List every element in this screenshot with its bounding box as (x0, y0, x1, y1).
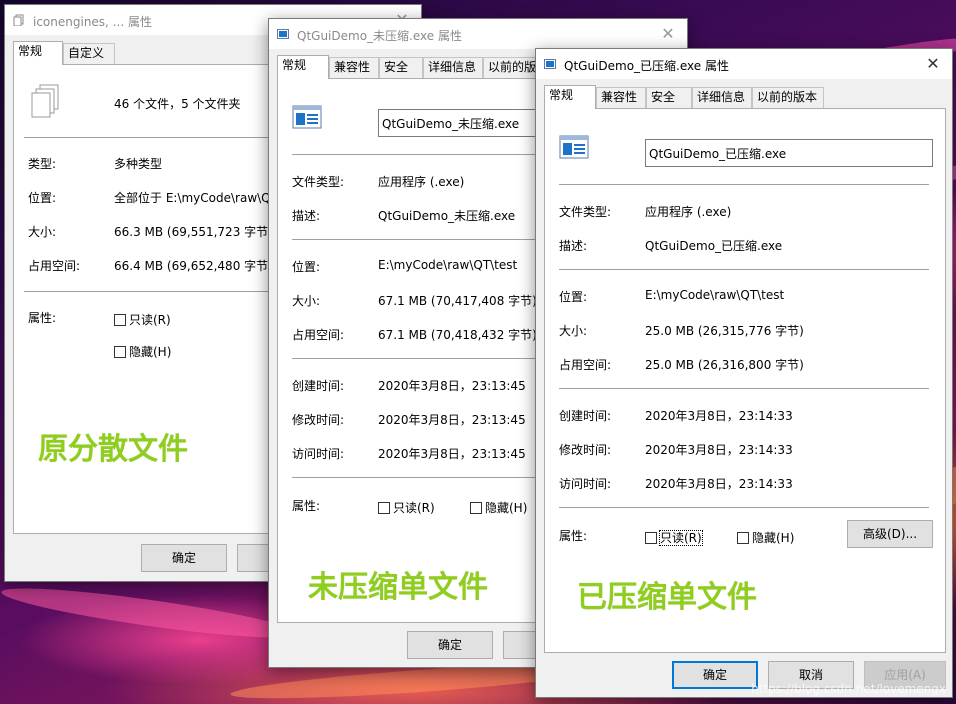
checkbox-box[interactable] (645, 532, 657, 544)
description-label: 描述: (292, 209, 321, 223)
readonly-label: 只读(R) (129, 313, 171, 327)
summary-text: 46 个文件，5 个文件夹 (114, 97, 241, 111)
checkbox-box[interactable] (737, 532, 749, 544)
filetype-label: 文件类型: (292, 175, 345, 189)
created-value: 2020年3月8日，23:13:45 (378, 379, 526, 393)
title-bar[interactable]: QtGuiDemo_已压缩.exe 属性 (536, 49, 952, 79)
location-label: 位置: (559, 290, 588, 304)
size-value: 25.0 MB (26,315,776 字节) (645, 324, 804, 338)
location-value: E:\myCode\raw\QT\test (645, 288, 785, 302)
checkbox-box[interactable] (114, 314, 126, 326)
size-on-disk-value: 25.0 MB (26,316,800 字节) (645, 358, 804, 372)
description-label: 描述: (559, 239, 588, 253)
tab-details[interactable]: 详细信息 (423, 57, 483, 78)
size-on-disk-label: 占用空间: (559, 358, 612, 372)
hidden-label: 隐藏(H) (752, 531, 795, 545)
hidden-checkbox[interactable]: 隐藏(H) (114, 343, 171, 360)
size-on-disk-value: 66.4 MB (69,652,480 字节) (114, 259, 273, 273)
accessed-label: 访问时间: (292, 447, 345, 461)
location-value: 全部位于 E:\myCode\raw\QT (114, 191, 278, 205)
exe-title-icon (544, 59, 556, 69)
location-label: 位置: (28, 191, 57, 205)
divider (559, 507, 929, 508)
divider (559, 388, 929, 389)
readonly-checkbox[interactable]: 只读(R) (378, 499, 435, 516)
filetype-label: 文件类型: (559, 205, 612, 219)
location-label: 位置: (292, 260, 321, 274)
ok-button[interactable]: 确定 (672, 661, 758, 689)
accessed-value: 2020年3月8日，23:13:45 (378, 447, 526, 461)
checkbox-box[interactable] (114, 346, 126, 358)
window-title: iconengines, ... 属性 (33, 15, 152, 29)
filename-field[interactable]: QtGuiDemo_已压缩.exe (645, 139, 933, 167)
window-title: QtGuiDemo_已压缩.exe 属性 (564, 59, 729, 73)
size-label: 大小: (559, 324, 588, 338)
size-on-disk-label: 占用空间: (292, 328, 345, 342)
filetype-value: 应用程序 (.exe) (645, 205, 732, 219)
modified-label: 修改时间: (559, 443, 612, 457)
close-icon[interactable]: ✕ (922, 53, 944, 75)
ok-button[interactable]: 确定 (407, 631, 493, 659)
exe-file-icon (559, 135, 589, 159)
attributes-label: 属性: (28, 311, 57, 325)
tab-general[interactable]: 常规 (277, 55, 329, 79)
filetype-value: 应用程序 (.exe) (378, 175, 465, 189)
hidden-label: 隐藏(H) (129, 345, 172, 359)
exe-title-icon (277, 29, 289, 39)
description-value: QtGuiDemo_已压缩.exe (645, 239, 783, 253)
hidden-checkbox[interactable]: 隐藏(H) (737, 529, 794, 546)
caption-uncompressed: 未压缩单文件 (308, 570, 488, 605)
description-value: QtGuiDemo_未压缩.exe (378, 209, 516, 223)
readonly-label: 只读(R) (659, 530, 703, 546)
advanced-button[interactable]: 高级(D)... (847, 520, 933, 548)
tab-general[interactable]: 常规 (13, 41, 63, 65)
tab-details[interactable]: 详细信息 (692, 87, 752, 108)
readonly-label: 只读(R) (393, 501, 435, 515)
tab-custom[interactable]: 自定义 (63, 43, 115, 64)
tab-general[interactable]: 常规 (544, 85, 596, 109)
watermark-text: https://blog.csdn.net/lovemengx (751, 682, 946, 696)
tab-compatibility[interactable]: 兼容性 (329, 57, 379, 78)
hidden-checkbox[interactable]: 隐藏(H) (470, 499, 527, 516)
location-value: E:\myCode\raw\QT\test (378, 258, 518, 272)
readonly-checkbox[interactable]: 只读(R) (114, 311, 171, 328)
modified-label: 修改时间: (292, 413, 345, 427)
multiple-files-icon (31, 84, 59, 118)
divider (559, 269, 929, 270)
size-on-disk-value: 67.1 MB (70,418,432 字节) (378, 328, 537, 342)
hidden-label: 隐藏(H) (485, 501, 528, 515)
caption-original-files: 原分散文件 (38, 432, 188, 467)
tab-compatibility[interactable]: 兼容性 (596, 87, 646, 108)
created-value: 2020年3月8日，23:14:33 (645, 409, 793, 423)
readonly-checkbox[interactable]: 只读(R) (645, 529, 703, 546)
size-label: 大小: (28, 225, 57, 239)
type-value: 多种类型 (114, 157, 163, 171)
ok-button[interactable]: 确定 (141, 544, 227, 572)
files-title-icon (13, 14, 24, 26)
created-label: 创建时间: (292, 379, 345, 393)
size-value: 67.1 MB (70,417,408 字节) (378, 294, 537, 308)
attributes-label: 属性: (559, 529, 588, 543)
checkbox-box[interactable] (470, 502, 482, 514)
divider (559, 184, 929, 185)
tab-security[interactable]: 安全 (646, 87, 692, 108)
title-bar[interactable]: QtGuiDemo_未压缩.exe 属性 (269, 19, 687, 49)
attributes-label: 属性: (292, 499, 321, 513)
close-icon[interactable]: ✕ (657, 23, 679, 45)
size-on-disk-label: 占用空间: (28, 259, 81, 273)
tab-previous-versions[interactable]: 以前的版本 (752, 87, 824, 108)
caption-compressed: 已压缩单文件 (577, 580, 757, 615)
size-value: 66.3 MB (69,551,723 字节) (114, 225, 273, 239)
modified-value: 2020年3月8日，23:13:45 (378, 413, 526, 427)
modified-value: 2020年3月8日，23:14:33 (645, 443, 793, 457)
exe-file-icon (292, 105, 322, 129)
checkbox-box[interactable] (378, 502, 390, 514)
tab-security[interactable]: 安全 (379, 57, 423, 78)
window-title: QtGuiDemo_未压缩.exe 属性 (297, 29, 462, 43)
created-label: 创建时间: (559, 409, 612, 423)
type-label: 类型: (28, 157, 57, 171)
accessed-value: 2020年3月8日，23:14:33 (645, 477, 793, 491)
accessed-label: 访问时间: (559, 477, 612, 491)
size-label: 大小: (292, 294, 321, 308)
